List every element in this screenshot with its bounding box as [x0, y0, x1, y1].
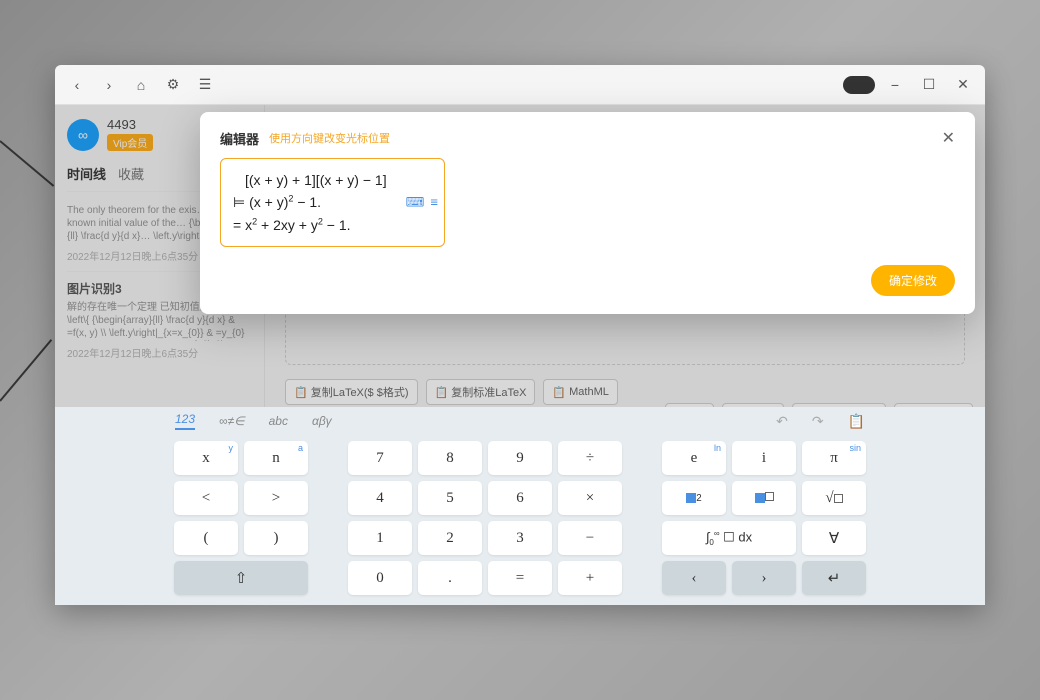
key-‹[interactable]: ‹ [662, 561, 726, 595]
math-line: ⊨ (x + y)2 − 1. [233, 191, 432, 213]
maximize-button[interactable]: ☐ [915, 71, 943, 99]
home-button[interactable]: ⌂ [127, 71, 155, 99]
key-6[interactable]: 6 [488, 481, 552, 515]
key-0[interactable]: 0 [348, 561, 412, 595]
key-([interactable]: ( [174, 521, 238, 555]
settings-button[interactable]: ⚙ [159, 71, 187, 99]
key-π[interactable]: πsin [802, 441, 866, 475]
math-input[interactable]: [(x + y) + 1][(x + y) − 1] ⊨ (x + y)2 − … [220, 158, 445, 247]
kb-tab-greek[interactable]: αβγ [312, 414, 332, 428]
key-9[interactable]: 9 [488, 441, 552, 475]
key->[interactable]: > [244, 481, 308, 515]
kb-tab-symbols[interactable]: ∞≠∈ [219, 414, 245, 428]
titlebar: ‹ › ⌂ ⚙ ☰ − ☐ ✕ [55, 65, 985, 105]
key-×[interactable]: × [558, 481, 622, 515]
key-.[interactable]: . [418, 561, 482, 595]
key-)[interactable]: ) [244, 521, 308, 555]
key-⇧[interactable]: ⇧ [174, 561, 308, 595]
key-sqo[interactable] [732, 481, 796, 515]
modal-close-button[interactable]: ✕ [942, 128, 955, 148]
key-8[interactable]: 8 [418, 441, 482, 475]
key-2[interactable]: 2 [418, 521, 482, 555]
key-int[interactable]: ∫0∞ ☐ dx [662, 521, 796, 555]
key-1[interactable]: 1 [348, 521, 412, 555]
key-∀[interactable]: ∀ [802, 521, 866, 555]
key-<[interactable]: < [174, 481, 238, 515]
menu-icon[interactable]: ≡ [430, 192, 438, 213]
math-line: = x2 + 2xy + y2 − 1. [233, 214, 432, 236]
forward-button[interactable]: › [95, 71, 123, 99]
key-›[interactable]: › [732, 561, 796, 595]
modal-hint: 使用方向键改变光标位置 [269, 130, 390, 146]
confirm-edit-button[interactable]: 确定修改 [871, 265, 955, 296]
paste-button[interactable]: 📋 [848, 413, 865, 430]
key-5[interactable]: 5 [418, 481, 482, 515]
back-button[interactable]: ‹ [63, 71, 91, 99]
math-line: [(x + y) + 1][(x + y) − 1] [233, 169, 432, 191]
redo-button[interactable]: ↷ [812, 413, 824, 430]
theme-toggle[interactable] [843, 76, 875, 94]
key-−[interactable]: − [558, 521, 622, 555]
key-sq2[interactable]: 2 [662, 481, 726, 515]
math-keyboard: 123 ∞≠∈ abc αβγ ↶ ↷ 📋 xyna<>()⇧ 789÷456×… [55, 407, 985, 605]
key-3[interactable]: 3 [488, 521, 552, 555]
key-↵[interactable]: ↵ [802, 561, 866, 595]
kb-tab-123[interactable]: 123 [175, 412, 195, 430]
key-÷[interactable]: ÷ [558, 441, 622, 475]
modal-title: 编辑器 [220, 129, 259, 148]
key-+[interactable]: + [558, 561, 622, 595]
kb-tab-abc[interactable]: abc [269, 414, 288, 428]
key-x[interactable]: xy [174, 441, 238, 475]
editor-modal: 编辑器 使用方向键改变光标位置 ✕ [(x + y) + 1][(x + y) … [200, 112, 975, 314]
minimize-button[interactable]: − [881, 71, 909, 99]
keyboard-tabs: 123 ∞≠∈ abc αβγ ↶ ↷ 📋 [55, 407, 985, 435]
key-7[interactable]: 7 [348, 441, 412, 475]
key-n[interactable]: na [244, 441, 308, 475]
key-4[interactable]: 4 [348, 481, 412, 515]
close-window-button[interactable]: ✕ [949, 71, 977, 99]
list-button[interactable]: ☰ [191, 71, 219, 99]
key-i[interactable]: i [732, 441, 796, 475]
key-sqrt[interactable]: √ [802, 481, 866, 515]
keyboard-icon[interactable]: ⌨ [406, 192, 425, 213]
undo-button[interactable]: ↶ [776, 413, 788, 430]
key-=[interactable]: = [488, 561, 552, 595]
key-e[interactable]: eln [662, 441, 726, 475]
